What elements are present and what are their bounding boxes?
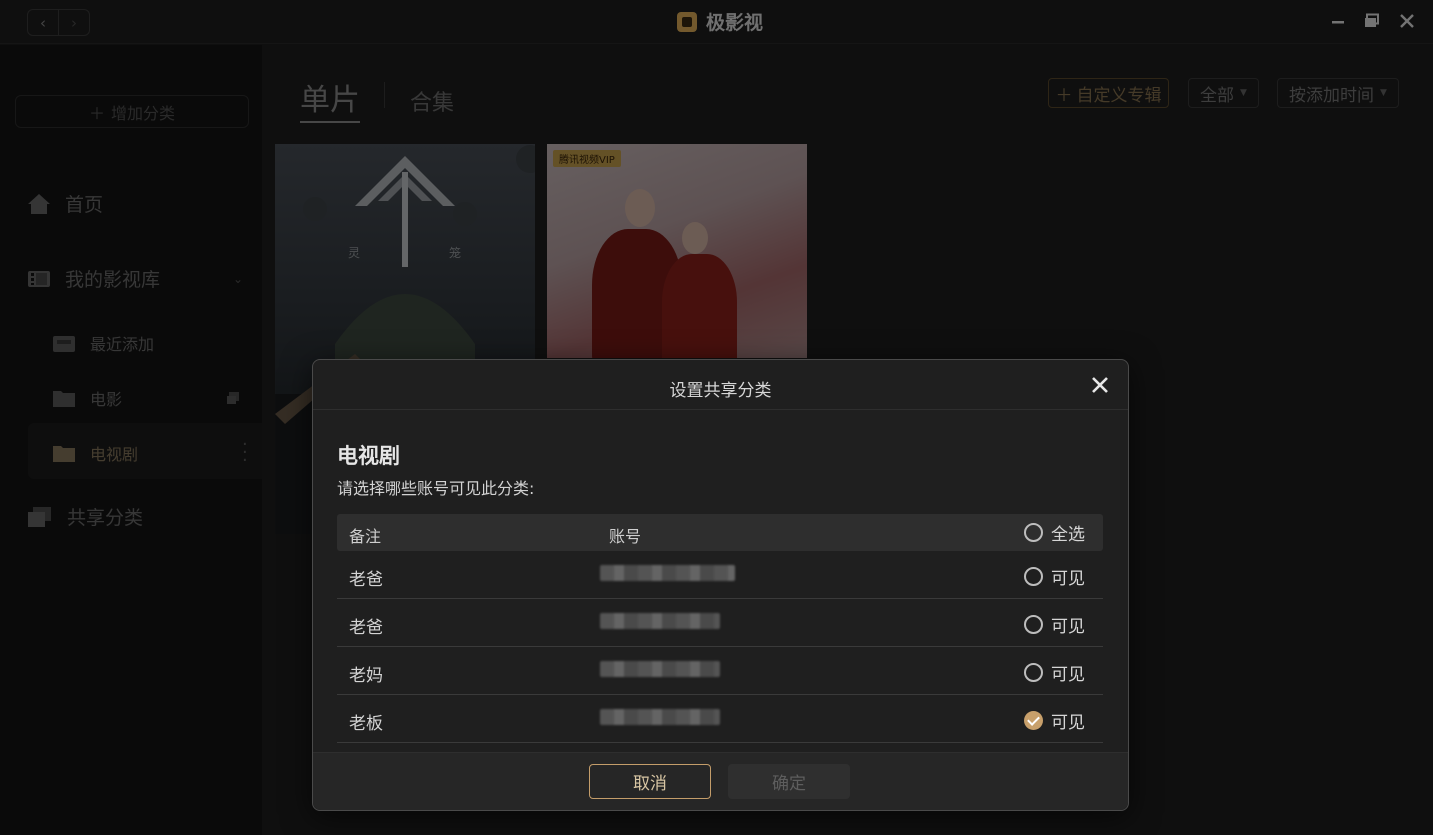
visible-radio[interactable]: 可见 (1024, 708, 1085, 733)
visible-radio[interactable]: 可见 (1024, 660, 1085, 685)
dialog-header: 设置共享分类 (313, 360, 1128, 410)
blurred-account (600, 661, 720, 677)
select-all-radio[interactable]: 全选 (1024, 520, 1085, 545)
radio-checked-icon (1024, 711, 1043, 730)
visible-label: 可见 (1051, 617, 1085, 637)
row-note: 老爸 (349, 570, 383, 590)
blurred-account (600, 613, 720, 629)
radio-icon (1024, 523, 1043, 542)
radio-icon (1024, 615, 1043, 634)
visible-radio[interactable]: 可见 (1024, 612, 1085, 637)
dialog-description: 请选择哪些账号可见此分类: (337, 479, 535, 498)
table-row: 老妈 可见 (337, 647, 1103, 695)
cancel-button[interactable]: 取消 (589, 764, 711, 799)
row-note: 老爸 (349, 618, 383, 638)
table-row: 老板 可见 (337, 695, 1103, 743)
col-note-header: 备注 (349, 527, 382, 546)
select-all-label: 全选 (1051, 525, 1085, 545)
table-row: 老爸 可见 (337, 599, 1103, 647)
radio-icon (1024, 567, 1043, 586)
share-category-dialog: 设置共享分类 电视剧 请选择哪些账号可见此分类: 备注 账号 全选 老爸 可见 … (312, 359, 1129, 811)
confirm-button[interactable]: 确定 (728, 764, 850, 799)
visible-label: 可见 (1051, 713, 1085, 733)
visible-radio[interactable]: 可见 (1024, 564, 1085, 589)
category-name: 电视剧 (337, 444, 400, 468)
dialog-title: 设置共享分类 (669, 381, 772, 401)
close-icon (1092, 377, 1108, 393)
table-header: 备注 账号 全选 (337, 514, 1103, 551)
dialog-footer: 取消 确定 (313, 752, 1128, 810)
blurred-account (600, 709, 720, 725)
col-account-header: 账号 (609, 527, 642, 546)
row-note: 老妈 (349, 666, 383, 686)
visible-label: 可见 (1051, 665, 1085, 685)
dialog-close-button[interactable] (1090, 375, 1110, 395)
table-row: 老爸 可见 (337, 551, 1103, 599)
blurred-account (600, 565, 735, 581)
visible-label: 可见 (1051, 569, 1085, 589)
radio-icon (1024, 663, 1043, 682)
row-note: 老板 (349, 714, 383, 734)
